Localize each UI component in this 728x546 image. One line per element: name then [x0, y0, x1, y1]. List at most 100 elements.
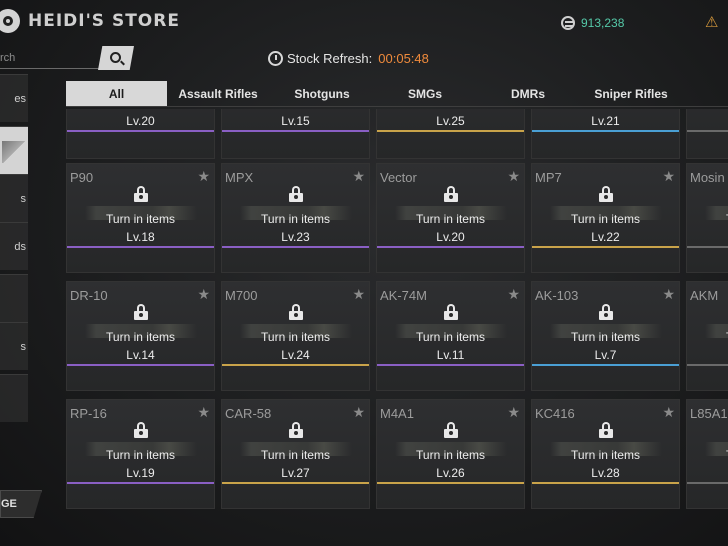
favorite-star-icon[interactable]: ★: [352, 404, 365, 421]
item-level: Lv.24: [281, 348, 310, 362]
sidebar-item-6[interactable]: [0, 374, 28, 422]
item-level: Lv.25: [436, 114, 465, 128]
rarity-bar: [377, 130, 524, 132]
rarity-bar: [687, 246, 728, 248]
sidebar-item-1[interactable]: [0, 126, 28, 174]
item-name: AK-103: [535, 288, 579, 303]
rarity-bar: [67, 364, 214, 366]
sidebar-item-3[interactable]: ds: [0, 222, 28, 270]
tab-shotguns[interactable]: Shotguns: [271, 81, 373, 106]
item-card[interactable]: M4A1 ★ Turn in items Lv.26: [376, 399, 525, 509]
item-card[interactable]: Mosin★Turn in items: [686, 163, 728, 273]
tab-sniper-rifles[interactable]: Sniper Rifles: [581, 81, 681, 106]
item-level: Lv.22: [591, 230, 620, 244]
rarity-bar: [222, 364, 369, 366]
turn-in-label: Turn in items: [261, 448, 330, 462]
item-name: M700: [225, 288, 258, 303]
tab-assault-rifles[interactable]: Assault Rifles: [169, 81, 267, 106]
stock-refresh-label: Stock Refresh:: [287, 51, 373, 66]
item-name: M4A1: [380, 406, 414, 421]
item-card[interactable]: M700 ★ Turn in items Lv.24: [221, 281, 370, 391]
turn-in-label: Turn in items: [687, 330, 728, 344]
sidebar-item-2[interactable]: s: [0, 174, 28, 222]
favorite-star-icon[interactable]: ★: [662, 404, 675, 421]
favorite-star-icon[interactable]: ★: [352, 286, 365, 303]
favorite-star-icon[interactable]: ★: [197, 404, 210, 421]
item-name: CAR-58: [225, 406, 272, 421]
item-grid: Lv.20 Lv.15 Lv.25 Lv.21 P90 ★ Turn in items Lv.…: [66, 109, 728, 546]
item-card[interactable]: AK-74M ★ Turn in items Lv.11: [376, 281, 525, 391]
item-name: MPX: [225, 170, 254, 185]
lock-icon: [444, 304, 458, 320]
item-level: Lv.11: [436, 348, 465, 362]
lock-icon: [444, 186, 458, 202]
item-card[interactable]: AKM★Turn in items: [686, 281, 728, 391]
item-card[interactable]: MP7 ★ Turn in items Lv.22: [531, 163, 680, 273]
item-card[interactable]: DR-10 ★ Turn in items Lv.14: [66, 281, 215, 391]
item-name: Vector: [380, 170, 417, 185]
item-card[interactable]: [686, 109, 728, 159]
favorite-star-icon[interactable]: ★: [507, 168, 520, 185]
favorite-star-icon[interactable]: ★: [197, 286, 210, 303]
turn-in-label: Turn in items: [416, 212, 485, 226]
currency-amount: 913,238: [581, 16, 625, 30]
warning-triangle-icon[interactable]: ⚠: [705, 13, 718, 31]
favorite-star-icon[interactable]: ★: [197, 168, 210, 185]
rarity-bar: [532, 364, 679, 366]
item-card[interactable]: L85A1★Turn in items: [686, 399, 728, 509]
rarity-bar: [222, 482, 369, 484]
sidebar-item-4[interactable]: [0, 274, 28, 322]
item-card[interactable]: Lv.20: [66, 109, 215, 159]
turn-in-label: Turn in items: [106, 330, 175, 344]
search-button[interactable]: [98, 46, 134, 70]
item-name: P90: [70, 170, 94, 185]
lock-icon: [134, 304, 148, 320]
sidebar-item-5[interactable]: s: [0, 322, 28, 370]
item-card[interactable]: P90 ★ Turn in items Lv.18: [66, 163, 215, 273]
search-input[interactable]: rch: [0, 47, 108, 69]
tab-all[interactable]: All: [66, 81, 167, 106]
item-level: Lv.28: [591, 466, 620, 480]
lock-icon: [289, 186, 303, 202]
item-name: KC416: [535, 406, 575, 421]
rarity-bar: [687, 130, 728, 132]
item-card[interactable]: Lv.15: [221, 109, 370, 159]
favorite-star-icon[interactable]: ★: [662, 286, 675, 303]
tab-smgs[interactable]: SMGs: [375, 81, 475, 106]
item-card[interactable]: MPX ★ Turn in items Lv.23: [221, 163, 370, 273]
clock-icon: [268, 51, 283, 66]
favorite-star-icon[interactable]: ★: [352, 168, 365, 185]
sidebar-item-0[interactable]: es: [0, 74, 28, 122]
favorite-star-icon[interactable]: ★: [507, 404, 520, 421]
lock-icon: [134, 422, 148, 438]
sidebar-item-label: es: [14, 93, 26, 105]
item-card[interactable]: KC416 ★ Turn in items Lv.28: [531, 399, 680, 509]
item-card[interactable]: Vector ★ Turn in items Lv.20: [376, 163, 525, 273]
item-level: Lv.23: [281, 230, 310, 244]
turn-in-label: Turn in items: [261, 212, 330, 226]
item-card[interactable]: Lv.25: [376, 109, 525, 159]
rarity-bar: [377, 482, 524, 484]
favorite-star-icon[interactable]: ★: [507, 286, 520, 303]
turn-in-label: Turn in items: [416, 448, 485, 462]
item-level: Lv.15: [281, 114, 310, 128]
item-name: DR-10: [70, 288, 108, 303]
search-icon: [109, 51, 121, 63]
bottom-action-button[interactable]: GE: [0, 490, 42, 518]
rarity-bar: [532, 130, 679, 132]
rarity-bar: [687, 364, 728, 366]
favorite-star-icon[interactable]: ★: [662, 168, 675, 185]
item-name: AKM: [690, 288, 719, 303]
sidebar-item-label: s: [20, 341, 27, 353]
turn-in-label: Turn in items: [261, 330, 330, 344]
coin-icon: [561, 16, 575, 30]
item-card[interactable]: Lv.21: [531, 109, 680, 159]
rarity-bar: [377, 364, 524, 366]
item-card[interactable]: RP-16 ★ Turn in items Lv.19: [66, 399, 215, 509]
tab-dmrs[interactable]: DMRs: [477, 81, 579, 106]
item-level: Lv.20: [126, 114, 155, 128]
item-card[interactable]: CAR-58 ★ Turn in items Lv.27: [221, 399, 370, 509]
turn-in-label: Turn in items: [416, 330, 485, 344]
item-card[interactable]: AK-103 ★ Turn in items Lv.7: [531, 281, 680, 391]
turn-in-label: Turn in items: [687, 212, 728, 226]
